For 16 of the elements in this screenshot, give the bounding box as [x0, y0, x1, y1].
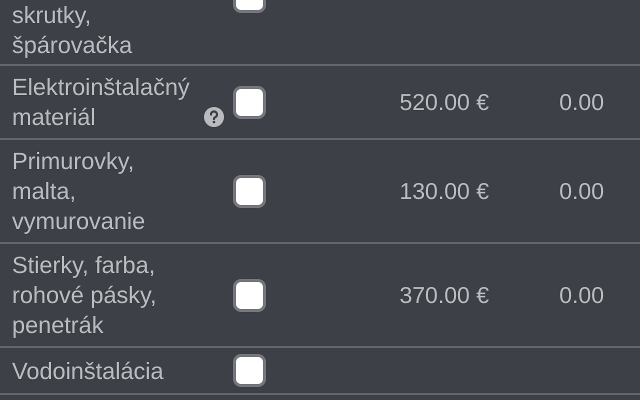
help-icon[interactable]: [204, 107, 224, 127]
price-text: 130.00 €: [399, 178, 489, 204]
checkbox[interactable]: [232, 86, 266, 118]
amount-text: 0.00: [559, 282, 604, 308]
amount-text: 0.00: [559, 88, 604, 115]
price-text: 520.00 €: [399, 88, 489, 115]
item-name: Primurovky, malta, vymurovanie: [12, 147, 146, 236]
amount-text: 0.00: [559, 178, 604, 204]
checkbox[interactable]: [232, 278, 266, 312]
item-name: Vodoinštalácia: [12, 356, 164, 386]
item-name: Elektroinštalačný materiál: [12, 73, 191, 132]
checkbox[interactable]: [232, 174, 266, 208]
price-text: 370.00 €: [399, 282, 489, 308]
item-name: skrutky, špárovačka: [12, 1, 134, 60]
checkbox[interactable]: [232, 354, 266, 387]
item-name: Stierky, farba, rohové pásky, penetrák: [12, 251, 158, 340]
